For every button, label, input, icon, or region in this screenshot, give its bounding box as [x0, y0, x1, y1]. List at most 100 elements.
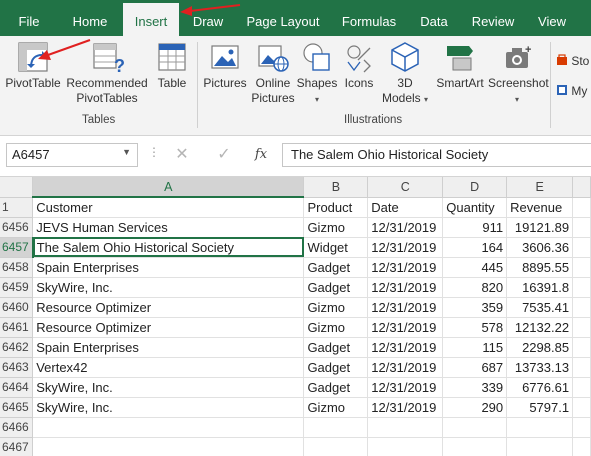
- tab-view[interactable]: View: [530, 0, 574, 36]
- cell[interactable]: Widget: [303, 237, 369, 258]
- cell[interactable]: Gizmo: [303, 217, 369, 238]
- cell[interactable]: [367, 417, 444, 438]
- shapes-button[interactable]: Shapes ▾: [296, 40, 338, 107]
- cell[interactable]: 7535.41: [506, 297, 574, 318]
- cell[interactable]: 6776.61: [506, 377, 574, 398]
- cell[interactable]: SkyWire, Inc.: [32, 277, 305, 298]
- cell[interactable]: 687: [442, 357, 508, 378]
- cell[interactable]: 115: [442, 337, 508, 358]
- pictures-button[interactable]: Pictures: [202, 40, 248, 91]
- tab-review[interactable]: Review: [465, 0, 521, 36]
- cell[interactable]: 12/31/2019: [367, 337, 444, 358]
- cell[interactable]: [32, 417, 305, 438]
- tab-page-layout[interactable]: Page Layout: [240, 0, 326, 36]
- cell[interactable]: 12/31/2019: [367, 237, 444, 258]
- row-header[interactable]: 6456: [0, 217, 34, 238]
- cell[interactable]: 911: [442, 217, 508, 238]
- enter-entry-icon[interactable]: ✓: [212, 143, 236, 167]
- tab-file[interactable]: File: [6, 0, 52, 36]
- cell[interactable]: 2298.85: [506, 337, 574, 358]
- 3d-models-button[interactable]: 3D Models ▾: [380, 40, 430, 107]
- cell[interactable]: [572, 397, 591, 418]
- cell[interactable]: 290: [442, 397, 508, 418]
- formula-input[interactable]: The Salem Ohio Historical Society: [282, 143, 591, 167]
- cell[interactable]: Gizmo: [303, 397, 369, 418]
- cell[interactable]: 445: [442, 257, 508, 278]
- cell[interactable]: Spain Enterprises: [32, 257, 305, 278]
- cell[interactable]: Customer: [32, 197, 305, 218]
- cell[interactable]: 339: [442, 377, 508, 398]
- row-header[interactable]: 6464: [0, 377, 34, 398]
- cell[interactable]: [303, 437, 369, 456]
- row-header[interactable]: 6457: [0, 237, 34, 258]
- tab-home[interactable]: Home: [66, 0, 114, 36]
- cell[interactable]: SkyWire, Inc.: [32, 397, 305, 418]
- cell[interactable]: 12/31/2019: [367, 217, 444, 238]
- row-header[interactable]: 6459: [0, 277, 34, 298]
- row-header[interactable]: 6458: [0, 257, 34, 278]
- cell[interactable]: 8895.55: [506, 257, 574, 278]
- cell[interactable]: [572, 257, 591, 278]
- column-header-c[interactable]: C: [367, 177, 444, 198]
- cell[interactable]: 12/31/2019: [367, 317, 444, 338]
- screenshot-button[interactable]: + Screenshot ▾: [488, 40, 549, 107]
- cell[interactable]: [506, 437, 574, 456]
- cell[interactable]: 12/31/2019: [367, 397, 444, 418]
- tab-insert[interactable]: Insert: [123, 3, 179, 40]
- cell[interactable]: [572, 437, 591, 456]
- cell[interactable]: Quantity: [442, 197, 508, 218]
- cell[interactable]: 359: [442, 297, 508, 318]
- cell[interactable]: [572, 217, 591, 238]
- active-cell[interactable]: The Salem Ohio Historical Society: [32, 237, 305, 258]
- tab-data[interactable]: Data: [412, 0, 456, 36]
- cell[interactable]: Spain Enterprises: [32, 337, 305, 358]
- cell[interactable]: [572, 377, 591, 398]
- cell[interactable]: [572, 317, 591, 338]
- cell[interactable]: Vertex42: [32, 357, 305, 378]
- row-header[interactable]: 6463: [0, 357, 34, 378]
- cell[interactable]: Gadget: [303, 257, 369, 278]
- cell[interactable]: [572, 197, 591, 218]
- cell[interactable]: 12/31/2019: [367, 257, 444, 278]
- cell[interactable]: 12/31/2019: [367, 277, 444, 298]
- name-box-dropdown-icon[interactable]: ▼: [122, 147, 131, 157]
- cell[interactable]: 820: [442, 277, 508, 298]
- cell[interactable]: Revenue: [506, 197, 574, 218]
- cell[interactable]: 5797.1: [506, 397, 574, 418]
- cell[interactable]: 13733.13: [506, 357, 574, 378]
- cell[interactable]: Resource Optimizer: [32, 317, 305, 338]
- cell[interactable]: [442, 437, 508, 456]
- cell[interactable]: 3606.36: [506, 237, 574, 258]
- row-header[interactable]: 6465: [0, 397, 34, 418]
- cell[interactable]: 19121.89: [506, 217, 574, 238]
- cell[interactable]: JEVS Human Services: [32, 217, 305, 238]
- cancel-entry-icon[interactable]: ✕: [170, 143, 194, 167]
- cell[interactable]: Gadget: [303, 377, 369, 398]
- cell[interactable]: 12132.22: [506, 317, 574, 338]
- column-header-f[interactable]: [572, 177, 591, 198]
- cell[interactable]: 12/31/2019: [367, 377, 444, 398]
- my-addins-button[interactable]: My: [556, 84, 587, 98]
- cell[interactable]: Gizmo: [303, 317, 369, 338]
- cell[interactable]: Date: [367, 197, 444, 218]
- cell[interactable]: Gadget: [303, 337, 369, 358]
- cell[interactable]: 12/31/2019: [367, 297, 444, 318]
- cell[interactable]: [506, 417, 574, 438]
- cell[interactable]: [442, 417, 508, 438]
- smartart-button[interactable]: SmartArt: [432, 40, 488, 91]
- column-header-b[interactable]: B: [303, 177, 369, 198]
- cell[interactable]: Gizmo: [303, 297, 369, 318]
- row-header[interactable]: 6462: [0, 337, 34, 358]
- cell[interactable]: 578: [442, 317, 508, 338]
- cell[interactable]: [572, 417, 591, 438]
- cell[interactable]: 16391.8: [506, 277, 574, 298]
- cell[interactable]: [367, 437, 444, 456]
- cell[interactable]: [572, 357, 591, 378]
- cell[interactable]: Gadget: [303, 357, 369, 378]
- row-header[interactable]: 1: [0, 197, 34, 218]
- cell[interactable]: Resource Optimizer: [32, 297, 305, 318]
- cell[interactable]: SkyWire, Inc.: [32, 377, 305, 398]
- formula-bar-resize-handle[interactable]: ⋮: [148, 145, 160, 159]
- insert-function-button[interactable]: fx: [248, 143, 274, 167]
- cell[interactable]: [572, 277, 591, 298]
